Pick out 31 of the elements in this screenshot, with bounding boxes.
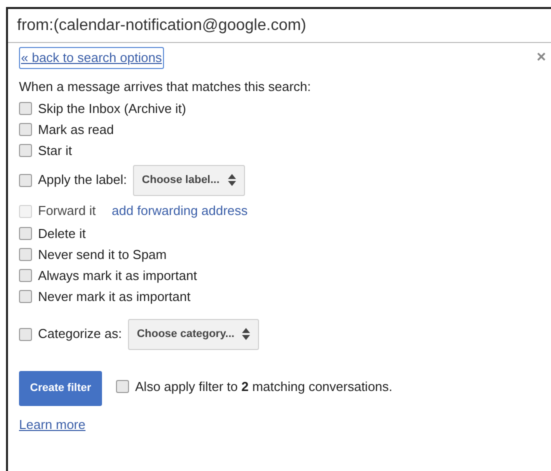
learn-more-link[interactable]: Learn more xyxy=(19,415,86,434)
option-label: Never send it to Spam xyxy=(38,246,167,264)
search-field[interactable]: from:(calendar-notification@google.com) xyxy=(8,9,551,43)
checkbox[interactable] xyxy=(19,227,32,240)
option-label: Star it xyxy=(38,142,72,160)
checkbox[interactable] xyxy=(19,290,32,303)
also-apply-label: Also apply filter to 2 matching conversations. xyxy=(135,378,392,396)
option-label: Delete it xyxy=(38,224,86,243)
checkbox[interactable] xyxy=(19,328,32,340)
select-dropdown[interactable]: Choose category... xyxy=(128,318,260,350)
option-label: Always mark it as important xyxy=(38,266,197,285)
checkbox[interactable] xyxy=(116,380,130,394)
up-down-caret-icon xyxy=(242,328,250,340)
option-label: Never mark it as important xyxy=(38,288,190,306)
checkbox[interactable] xyxy=(19,269,32,282)
select-dropdown[interactable]: Choose label... xyxy=(132,164,245,196)
checkbox[interactable] xyxy=(19,144,32,157)
option-label: Skip the Inbox (Archive it) xyxy=(38,100,186,118)
checkbox[interactable] xyxy=(19,102,32,115)
checkbox[interactable] xyxy=(19,248,32,261)
option-label: Categorize as: xyxy=(38,325,122,344)
checkbox[interactable] xyxy=(19,174,32,186)
option-label: Apply the label: xyxy=(38,171,127,190)
intro-text: When a message arrives that matches this search: xyxy=(19,78,312,96)
back-link[interactable]: « back to search options xyxy=(19,47,164,68)
up-down-caret-icon xyxy=(228,174,236,186)
close-icon[interactable]: × xyxy=(536,50,546,66)
create-filter-button[interactable]: Create filter xyxy=(19,371,102,406)
option-label: Mark as read xyxy=(38,120,114,139)
checkbox[interactable] xyxy=(19,123,32,136)
option-label: Forward it xyxy=(38,202,96,220)
